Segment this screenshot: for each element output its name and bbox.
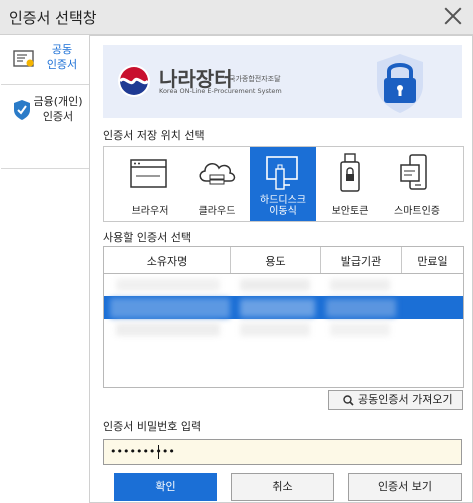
text-caret	[158, 445, 159, 459]
import-cert-button-label: 공동인증서 가져오기	[358, 393, 453, 406]
padlock-icon	[377, 54, 423, 113]
sidebar-item-public-cert[interactable]: 공동 인증서	[1, 35, 89, 83]
certificate-table: 소유자명 용도 발급기관 만료일	[103, 246, 464, 388]
storage-option-label: 보안토큰	[331, 206, 369, 217]
search-icon	[343, 395, 354, 406]
storage-selector: 브라우저 클라우드 하드디스크 이동식 보안토큰 스마트인증	[103, 146, 464, 222]
cert-section-label: 사용할 인증서 선택	[103, 231, 191, 244]
storage-option-label: 브라우저	[131, 206, 169, 217]
table-header: 소유자명 용도 발급기관 만료일	[104, 247, 463, 274]
import-cert-button[interactable]: 공동인증서 가져오기	[328, 390, 463, 410]
brand-subtitle: 국가종합전자조달	[229, 75, 281, 83]
cloud-icon	[199, 163, 236, 185]
table-row-selected[interactable]	[104, 296, 463, 319]
smart-auth-icon	[400, 154, 427, 190]
column-header-usage[interactable]: 용도	[231, 253, 320, 269]
storage-option-smart-auth[interactable]: 스마트인증	[384, 147, 450, 221]
window-title: 인증서 선택창	[9, 9, 97, 27]
close-icon[interactable]	[443, 6, 463, 26]
sidebar-divider	[1, 84, 89, 85]
table-row[interactable]	[104, 319, 463, 342]
cancel-button[interactable]: 취소	[231, 473, 334, 501]
storage-option-label: 스마트인증	[394, 206, 440, 217]
brand-english-name: Korea ON-Line E-Procurement System	[159, 87, 282, 95]
storage-option-cloud[interactable]: 클라우드	[184, 147, 250, 221]
storage-option-label-line1: 하드디스크	[260, 195, 306, 206]
sidebar-item-label-line2: 인증서	[46, 58, 78, 71]
certificate-doc-icon	[13, 50, 34, 67]
storage-option-label-line2: 이동식	[269, 206, 297, 217]
usb-monitor-icon	[266, 156, 298, 190]
security-token-icon	[340, 153, 360, 192]
browser-window-icon	[130, 159, 167, 188]
password-value: ••••••••••	[110, 445, 175, 458]
sidebar: 공동 인증서 금융(개인) 인증서	[1, 35, 90, 503]
sidebar-divider	[1, 168, 89, 169]
storage-option-security-token[interactable]: 보안토큰	[317, 147, 383, 221]
column-header-owner[interactable]: 소유자명	[104, 253, 230, 269]
table-row[interactable]	[104, 274, 463, 297]
view-cert-button[interactable]: 인증서 보기	[348, 473, 462, 501]
storage-option-harddisk-removable[interactable]: 하드디스크 이동식	[250, 147, 316, 221]
storage-option-label: 하드디스크 이동식	[250, 195, 316, 217]
storage-option-browser[interactable]: 브라우저	[117, 147, 183, 221]
government-logo-icon	[118, 65, 150, 97]
column-header-issuer[interactable]: 발급기관	[321, 253, 401, 269]
sidebar-item-label-line1: 금융(개인)	[33, 95, 83, 108]
password-label: 인증서 비밀번호 입력	[103, 420, 202, 433]
confirm-button[interactable]: 확인	[114, 473, 217, 501]
column-header-expiry[interactable]: 만료일	[402, 253, 463, 269]
sidebar-item-label-line2: 인증서	[42, 110, 74, 123]
storage-option-label: 클라우드	[198, 206, 236, 217]
storage-section-label: 인증서 저장 위치 선택	[103, 129, 205, 142]
sidebar-item-label-line1: 공동	[51, 43, 73, 56]
password-field[interactable]: ••••••••••	[103, 439, 462, 465]
title-bar: 인증서 선택창	[0, 0, 473, 35]
sidebar-item-financial-cert[interactable]: 금융(개인) 인증서	[1, 87, 89, 135]
